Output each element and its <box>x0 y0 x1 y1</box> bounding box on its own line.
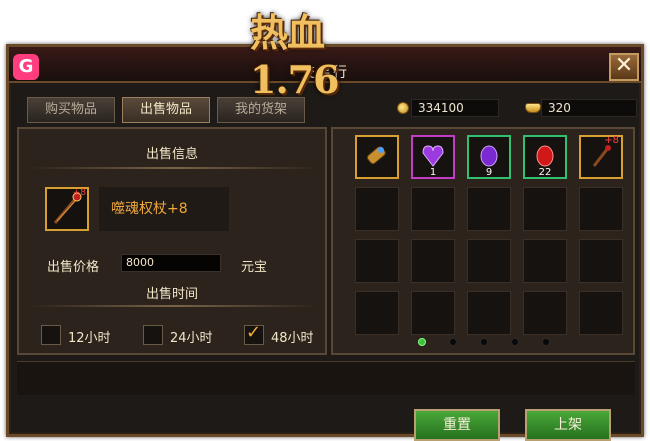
gold-coin-icon <box>397 102 409 114</box>
page-dot[interactable] <box>418 338 426 346</box>
gold-amount: 334100 <box>411 99 499 117</box>
sell-info-panel: 出售信息 +8 噬魂权杖+8 出售价格 8000 元宝 出售时间 12小时 24… <box>17 127 327 355</box>
inventory-slot[interactable] <box>355 135 399 179</box>
divider <box>29 167 319 169</box>
close-button[interactable]: ✕ <box>609 53 639 81</box>
red-gem-icon <box>536 145 554 167</box>
checkbox-12h[interactable] <box>41 325 61 345</box>
sell-info-title: 出售信息 <box>145 147 198 162</box>
inventory-slot[interactable] <box>355 187 399 231</box>
inventory-slot[interactable] <box>411 187 455 231</box>
inventory-slot[interactable] <box>579 239 623 283</box>
item-quantity: 9 <box>485 167 493 178</box>
yuanbao-ingot-icon <box>525 103 541 113</box>
check-icon: ✓ <box>246 322 262 343</box>
page-dot[interactable] <box>511 338 519 346</box>
inventory-slot[interactable] <box>355 291 399 335</box>
item-quantity: 22 <box>538 167 552 178</box>
inventory-slot[interactable]: 1 <box>411 135 455 179</box>
inventory-slot[interactable]: 22 <box>523 135 567 179</box>
inventory-slot[interactable] <box>523 239 567 283</box>
inventory-slot[interactable] <box>579 291 623 335</box>
item-quantity: +8 <box>604 135 619 146</box>
item-plus-badge: +8 <box>72 188 86 198</box>
inventory-panel: 1 9 22 +8 <box>331 127 635 355</box>
inventory-slot[interactable] <box>523 187 567 231</box>
price-input[interactable]: 8000 <box>121 254 221 272</box>
time-label-24h: 24小时 <box>170 331 213 346</box>
inventory-slot[interactable] <box>523 291 567 335</box>
inventory-slot[interactable] <box>411 291 455 335</box>
checkbox-24h[interactable] <box>143 325 163 345</box>
time-label-48h: 48小时 <box>271 331 314 346</box>
purple-heart-gem-icon <box>422 145 444 167</box>
inventory-slot[interactable]: 9 <box>467 135 511 179</box>
tab-buy[interactable]: 购买物品 <box>27 97 115 123</box>
divider <box>29 305 319 307</box>
logo-text: 热血1.76 <box>250 10 340 102</box>
game-logo: 热血1.76 <box>250 2 410 102</box>
scepter-icon <box>592 145 611 167</box>
action-bar <box>17 361 635 395</box>
yuanbao-amount: 320 <box>541 99 637 117</box>
time-label-12h: 12小时 <box>68 331 111 346</box>
purple-gem-icon <box>480 145 498 167</box>
reset-button[interactable]: 重置 <box>414 409 500 441</box>
inventory-slot[interactable] <box>411 239 455 283</box>
item-quantity: 1 <box>429 167 437 178</box>
tab-sell[interactable]: 出售物品 <box>122 97 210 123</box>
inventory-slot[interactable]: +8 <box>579 135 623 179</box>
selected-item-slot[interactable]: +8 <box>45 187 89 231</box>
item-name: 噬魂权杖+8 <box>99 187 229 231</box>
page-dot[interactable] <box>480 338 488 346</box>
scroll-icon <box>366 146 386 165</box>
price-unit: 元宝 <box>241 260 268 275</box>
inventory-slot[interactable] <box>467 291 511 335</box>
page-dot[interactable] <box>449 338 457 346</box>
inventory-slot[interactable] <box>579 187 623 231</box>
checkbox-48h[interactable]: ✓ <box>244 322 264 345</box>
list-item-button[interactable]: 上架 <box>525 409 611 441</box>
inventory-slot[interactable] <box>467 239 511 283</box>
sell-time-title: 出售时间 <box>145 287 198 302</box>
price-label: 出售价格 <box>47 260 100 275</box>
inventory-slot[interactable] <box>467 187 511 231</box>
page-dot[interactable] <box>542 338 550 346</box>
inventory-slot[interactable] <box>355 239 399 283</box>
trade-window: G 交易行 ✕ 购买物品 出售物品 我的货架 334100 320 出售信息 +… <box>6 44 644 441</box>
